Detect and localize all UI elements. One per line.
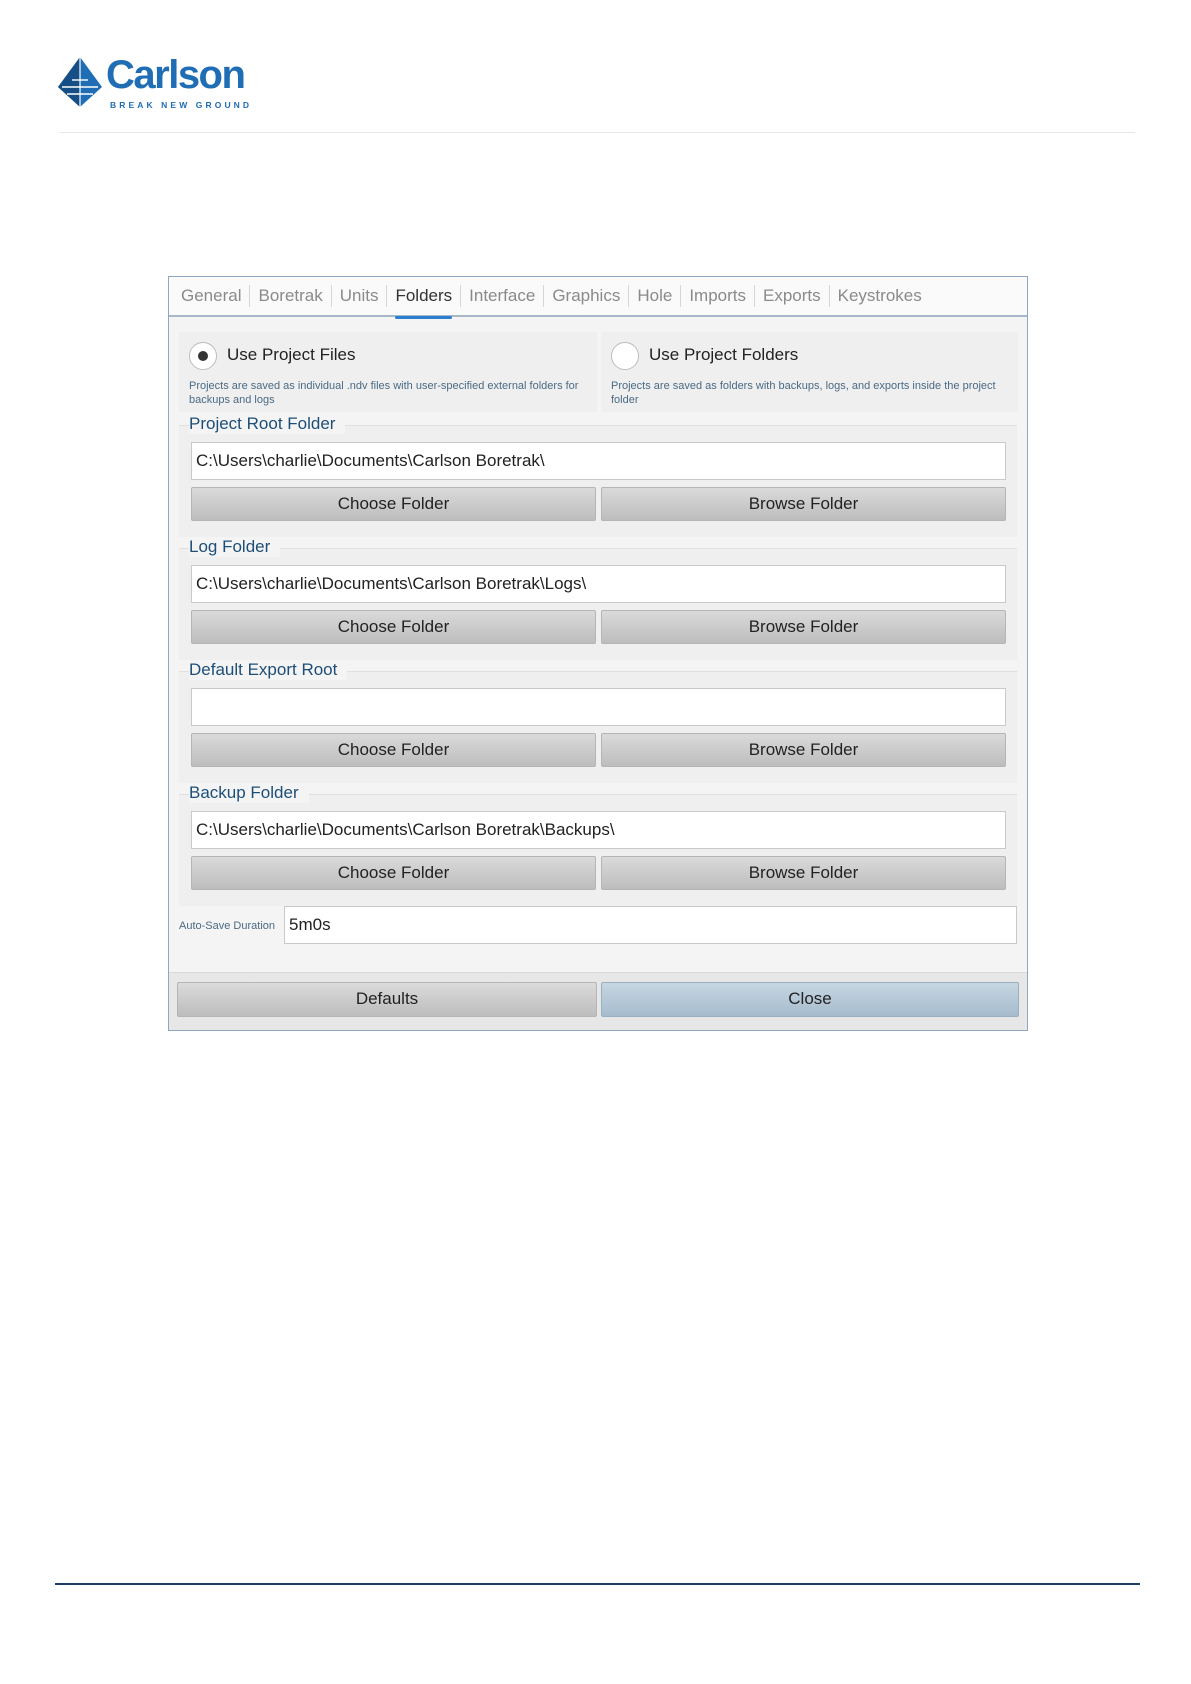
log-folder-input[interactable]: C:\Users\charlie\Documents\Carlson Boret… — [191, 565, 1006, 603]
use-project-folders-description: Projects are saved as folders with backu… — [611, 380, 996, 406]
tab-folders-label: Folders — [395, 286, 453, 305]
auto-save-duration-input[interactable]: 5m0s — [284, 906, 1017, 944]
backup-folder-label: Backup Folder — [189, 783, 309, 803]
default-export-root-group: Default Export Root Choose Folder Browse… — [179, 660, 1017, 783]
tab-keystrokes[interactable]: Keystrokes — [828, 285, 930, 307]
brand-tagline: BREAK NEW GROUND — [110, 100, 253, 110]
default-export-root-input[interactable] — [191, 688, 1006, 726]
backup-choose-folder-button[interactable]: Choose Folder — [191, 856, 596, 890]
use-project-folders-option[interactable]: Use Project Folders Projects are saved a… — [601, 332, 1018, 412]
carlson-pyramid-icon — [58, 57, 102, 107]
project-root-browse-folder-button[interactable]: Browse Folder — [601, 487, 1006, 521]
tab-general[interactable]: General — [173, 285, 249, 307]
auto-save-duration-label: Auto-Save Duration — [179, 920, 275, 932]
close-button[interactable]: Close — [601, 982, 1019, 1017]
export-root-browse-folder-button[interactable]: Browse Folder — [601, 733, 1006, 767]
tab-units[interactable]: Units — [330, 285, 387, 307]
log-browse-folder-button[interactable]: Browse Folder — [601, 610, 1006, 644]
use-project-files-description: Projects are saved as individual .ndv fi… — [189, 380, 579, 406]
log-folder-group: Log Folder C:\Users\charlie\Documents\Ca… — [179, 537, 1017, 660]
use-project-folders-label: Use Project Folders — [649, 345, 799, 364]
tab-imports[interactable]: Imports — [680, 285, 754, 307]
backup-browse-folder-button[interactable]: Browse Folder — [601, 856, 1006, 890]
project-root-folder-input[interactable]: C:\Users\charlie\Documents\Carlson Boret… — [191, 442, 1006, 480]
header-divider — [60, 132, 1135, 133]
settings-dialog: General Boretrak Units Folders Interface… — [168, 276, 1028, 1031]
tab-folders[interactable]: Folders — [386, 285, 460, 319]
tab-hole[interactable]: Hole — [628, 285, 680, 307]
tab-interface[interactable]: Interface — [460, 285, 543, 307]
use-project-files-option[interactable]: Use Project Files Projects are saved as … — [179, 332, 597, 412]
tab-exports[interactable]: Exports — [754, 285, 829, 307]
tab-boretrak[interactable]: Boretrak — [249, 285, 330, 307]
tab-bar: General Boretrak Units Folders Interface… — [169, 277, 1027, 319]
active-tab-indicator — [395, 316, 453, 319]
use-project-files-radio[interactable] — [189, 342, 217, 370]
tab-graphics[interactable]: Graphics — [543, 285, 628, 307]
backup-folder-group: Backup Folder C:\Users\charlie\Documents… — [179, 783, 1017, 906]
log-folder-label: Log Folder — [189, 537, 281, 557]
use-project-folders-radio[interactable] — [611, 342, 639, 370]
brand-name: Carlson — [106, 53, 246, 97]
group-divider — [179, 548, 1017, 549]
backup-folder-input[interactable]: C:\Users\charlie\Documents\Carlson Boret… — [191, 811, 1006, 849]
log-choose-folder-button[interactable]: Choose Folder — [191, 610, 596, 644]
project-root-choose-folder-button[interactable]: Choose Folder — [191, 487, 596, 521]
dialog-footer: Defaults Close — [169, 972, 1027, 1030]
use-project-files-label: Use Project Files — [227, 345, 356, 364]
project-root-folder-label: Project Root Folder — [189, 414, 346, 434]
defaults-button[interactable]: Defaults — [177, 982, 597, 1017]
export-root-choose-folder-button[interactable]: Choose Folder — [191, 733, 596, 767]
project-root-folder-group: Project Root Folder C:\Users\charlie\Doc… — [179, 414, 1017, 537]
footer-divider — [55, 1583, 1140, 1585]
carlson-logo: Carlson BREAK NEW GROUND — [58, 53, 258, 115]
default-export-root-label: Default Export Root — [189, 660, 348, 680]
